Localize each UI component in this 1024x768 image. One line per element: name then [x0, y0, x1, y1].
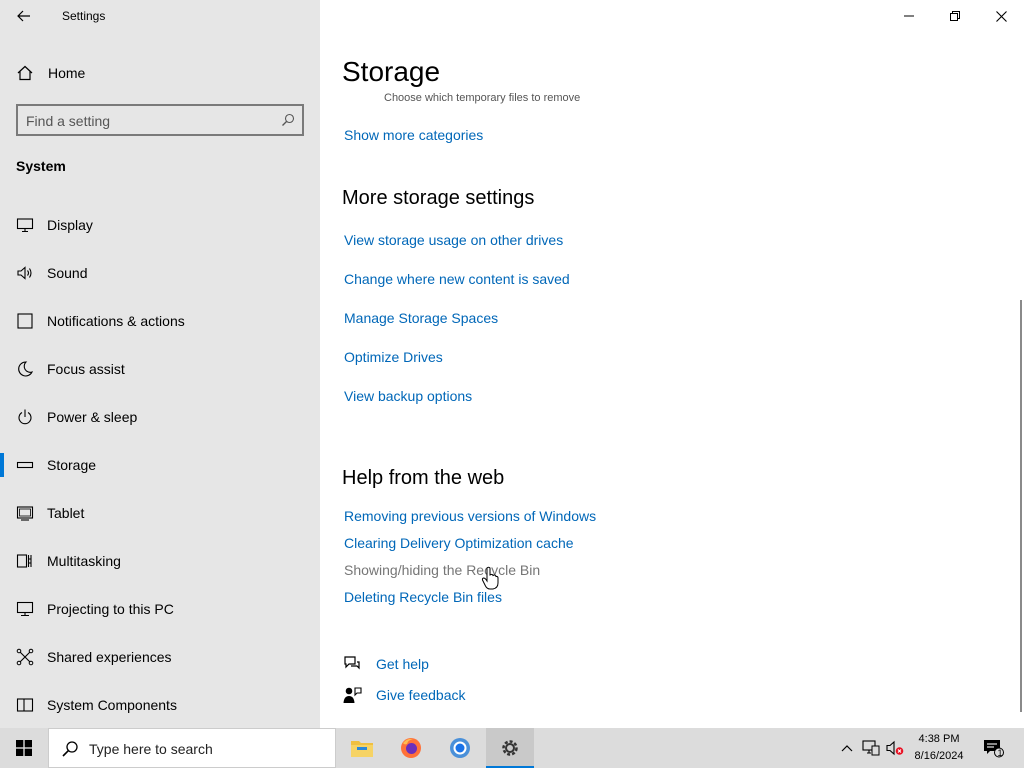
notification-icon [17, 313, 33, 329]
sidebar-item-label: Shared experiences [47, 649, 172, 665]
sidebar-item-projecting[interactable]: Projecting to this PC [0, 585, 320, 633]
vertical-scrollbar[interactable] [1020, 300, 1022, 712]
sidebar-item-system-components[interactable]: System Components [0, 681, 320, 729]
shared-experiences-icon [16, 648, 34, 666]
title-bar: Settings [0, 0, 320, 32]
sidebar-item-power-sleep[interactable]: Power & sleep [0, 393, 320, 441]
volume-muted-icon [886, 740, 904, 756]
action-center-button[interactable]: 1 [978, 728, 1008, 768]
chrome-icon [450, 738, 470, 758]
close-button[interactable] [978, 0, 1024, 32]
give-feedback-icon [343, 687, 362, 703]
hand-pointer-cursor-icon [481, 566, 499, 590]
more-storage-settings-heading: More storage settings [342, 187, 535, 209]
monitor-icon [16, 218, 34, 233]
sidebar-item-storage[interactable]: Storage [0, 441, 320, 489]
page-title: Storage [342, 56, 441, 87]
restore-icon [950, 11, 960, 21]
view-backup-options-link[interactable]: View backup options [344, 388, 472, 404]
chevron-up-icon [841, 745, 853, 752]
deleting-recycle-bin-files-link[interactable]: Deleting Recycle Bin files [344, 589, 502, 605]
sidebar-item-multitasking[interactable]: Multitasking [0, 537, 320, 585]
minimize-button[interactable] [886, 0, 932, 32]
notification-count-badge: 1 [997, 748, 1003, 758]
sidebar-item-label: Storage [47, 457, 97, 473]
volume-muted-status[interactable] [884, 728, 906, 768]
multitasking-icon [16, 554, 32, 568]
taskbar-settings[interactable] [486, 728, 534, 768]
sidebar: Settings Home System Display Sound Notif… [0, 0, 320, 728]
sidebar-item-tablet[interactable]: Tablet [0, 489, 320, 537]
components-icon [16, 698, 34, 712]
home-label: Home [48, 65, 86, 81]
sidebar-nav: Display Sound Notifications & actions Fo… [0, 201, 320, 729]
sidebar-item-label: Tablet [47, 505, 85, 521]
sidebar-item-display[interactable]: Display [0, 201, 320, 249]
projecting-icon [16, 601, 34, 617]
sidebar-item-label: Power & sleep [47, 409, 138, 425]
temporary-files-description: Choose which temporary files to remove [384, 92, 581, 104]
sidebar-item-label: Notifications & actions [47, 313, 185, 329]
sidebar-item-label: Projecting to this PC [47, 601, 174, 617]
sidebar-item-label: System Components [47, 697, 177, 713]
search-icon[interactable] [281, 113, 295, 127]
start-button[interactable] [0, 728, 48, 768]
minimize-icon [904, 15, 914, 17]
speaker-icon [17, 266, 32, 280]
sidebar-item-sound[interactable]: Sound [0, 249, 320, 297]
storage-drive-icon [16, 461, 34, 469]
optimize-drives-link[interactable]: Optimize Drives [344, 349, 443, 365]
tablet-icon [16, 506, 34, 521]
taskbar: Type here to search 4:38 PM 8/16/2024 1 [0, 728, 1024, 768]
clock-time: 4:38 PM [918, 733, 960, 745]
search-icon [62, 741, 78, 757]
sidebar-item-label: Focus assist [47, 361, 125, 377]
taskbar-search-text: Type here to search [89, 741, 213, 757]
file-explorer-icon [351, 741, 373, 757]
home-icon [17, 65, 33, 81]
taskbar-file-explorer[interactable] [338, 728, 386, 768]
firefox-icon [401, 738, 421, 758]
get-help-link[interactable]: Get help [376, 656, 429, 672]
main-content: Storage Choose which temporary files to … [320, 0, 1024, 728]
windows-logo-icon [16, 740, 32, 756]
find-setting-input[interactable] [26, 112, 276, 130]
show-hidden-icons-button[interactable] [836, 728, 858, 768]
sidebar-item-home[interactable]: Home [0, 56, 320, 90]
sidebar-item-shared-experiences[interactable]: Shared experiences [0, 633, 320, 681]
sidebar-item-focus-assist[interactable]: Focus assist [0, 345, 320, 393]
taskbar-search-box[interactable]: Type here to search [48, 728, 336, 768]
moon-icon [18, 361, 34, 377]
find-setting-search[interactable] [16, 104, 304, 136]
app-title: Settings [62, 9, 106, 23]
removing-previous-windows-link[interactable]: Removing previous versions of Windows [344, 508, 596, 524]
taskbar-firefox[interactable] [387, 728, 435, 768]
settings-gear-icon [502, 740, 518, 756]
view-storage-other-drives-link[interactable]: View storage usage on other drives [344, 232, 563, 248]
showing-hiding-recycle-bin-link[interactable]: Showing/hiding the Recycle Bin [344, 562, 540, 578]
manage-storage-spaces-link[interactable]: Manage Storage Spaces [344, 310, 498, 326]
sidebar-item-label: Display [47, 217, 93, 233]
clock-date: 8/16/2024 [914, 750, 964, 762]
close-icon [995, 10, 1007, 22]
power-icon [18, 409, 32, 425]
network-status[interactable] [860, 728, 882, 768]
get-help-icon [344, 656, 360, 670]
help-from-web-heading: Help from the web [342, 467, 505, 489]
give-feedback-link[interactable]: Give feedback [376, 687, 466, 703]
sidebar-item-label: Multitasking [47, 553, 121, 569]
sidebar-item-notifications[interactable]: Notifications & actions [0, 297, 320, 345]
network-icon [862, 740, 880, 756]
taskbar-chrome[interactable] [436, 728, 484, 768]
back-arrow-icon [17, 10, 30, 22]
restore-button[interactable] [932, 0, 978, 32]
back-button[interactable] [8, 4, 40, 28]
show-more-categories-link[interactable]: Show more categories [344, 127, 483, 143]
clearing-delivery-optimization-link[interactable]: Clearing Delivery Optimization cache [344, 535, 574, 551]
taskbar-clock[interactable]: 4:38 PM 8/16/2024 [906, 731, 972, 765]
change-new-content-location-link[interactable]: Change where new content is saved [344, 271, 570, 287]
section-label-system: System [16, 158, 66, 174]
sidebar-item-label: Sound [47, 265, 88, 281]
